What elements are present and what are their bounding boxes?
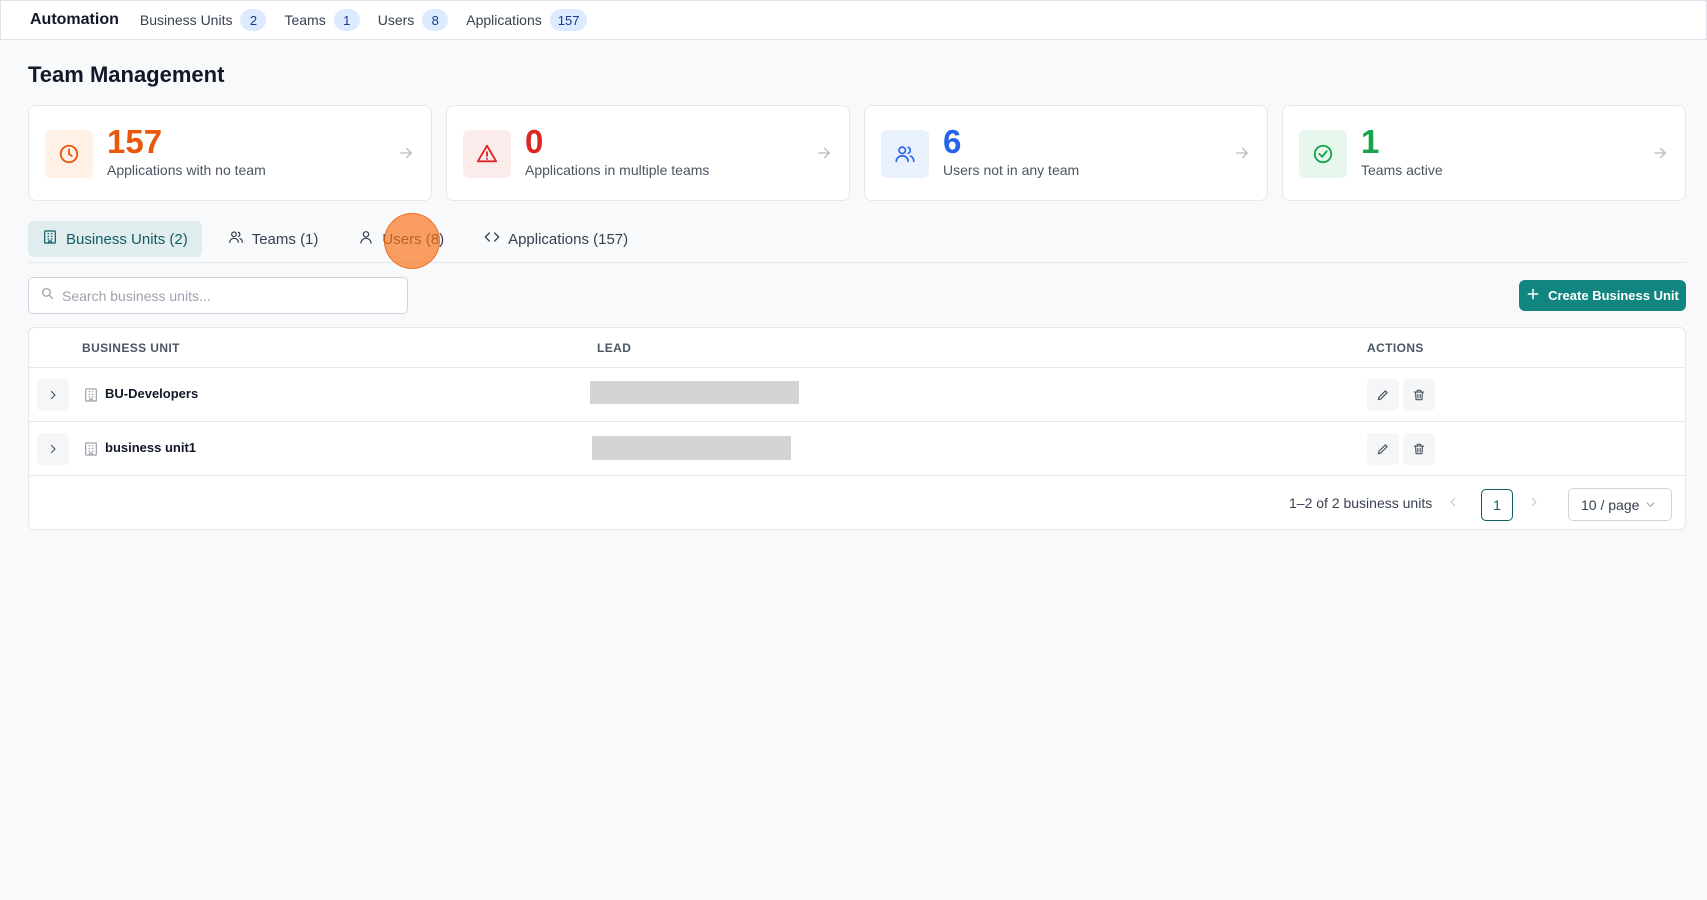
check-circle-icon xyxy=(1299,130,1347,178)
stat-value: 157 xyxy=(107,123,163,160)
pencil-icon xyxy=(1377,444,1388,455)
nav-label: Users xyxy=(377,12,415,28)
next-page-button[interactable] xyxy=(1528,495,1540,513)
delete-button[interactable] xyxy=(1403,379,1435,411)
arrow-right-icon xyxy=(1233,144,1251,167)
previous-page-button[interactable] xyxy=(1447,495,1459,513)
stat-value: 0 xyxy=(525,123,544,160)
pencil-icon xyxy=(1377,390,1388,401)
chevron-left-icon xyxy=(1450,497,1456,507)
nav-label: Business Units xyxy=(139,12,233,28)
search-icon xyxy=(41,287,54,305)
trash-icon xyxy=(1413,443,1425,455)
tab-label: Teams (1) xyxy=(251,230,319,248)
count-badge: 8 xyxy=(422,9,449,31)
delete-button[interactable] xyxy=(1403,433,1435,465)
table-row: business unit1 xyxy=(29,422,1685,476)
page-title: Team Management xyxy=(28,62,225,87)
lead-redacted xyxy=(590,381,799,404)
stat-label: Teams active xyxy=(1361,162,1443,178)
tab-users[interactable]: Users (8) xyxy=(344,221,458,257)
pagination-range: 1–2 of 2 business units xyxy=(1289,495,1433,511)
column-header-lead: LEAD xyxy=(597,341,632,355)
tab-label: Business Units (2) xyxy=(66,230,188,248)
stat-card-users-no-team[interactable]: 6 Users not in any team xyxy=(864,105,1268,201)
users-icon xyxy=(228,229,244,249)
nav-label: Teams xyxy=(284,12,326,28)
stat-label: Users not in any team xyxy=(943,162,1080,178)
stats-row: 157 Applications with no team 0 Applicat… xyxy=(28,105,1686,201)
building-icon xyxy=(42,229,58,249)
building-icon xyxy=(83,387,99,408)
page-size-value: 10 / page xyxy=(1581,496,1640,513)
tab-business-units[interactable]: Business Units (2) xyxy=(28,221,202,257)
stat-card-multiple-teams[interactable]: 0 Applications in multiple teams xyxy=(446,105,850,201)
search-box xyxy=(28,277,408,314)
arrow-right-icon xyxy=(1651,144,1669,167)
expand-row-button[interactable] xyxy=(37,433,69,465)
stat-label: Applications with no team xyxy=(107,162,266,178)
edit-button[interactable] xyxy=(1367,433,1399,465)
plus-icon xyxy=(1526,287,1540,304)
tab-bar: Business Units (2) Teams (1) Users (8) A… xyxy=(28,221,1686,263)
tab-label: Applications (157) xyxy=(508,230,629,248)
stat-card-no-team[interactable]: 157 Applications with no team xyxy=(28,105,432,201)
stat-card-teams-active[interactable]: 1 Teams active xyxy=(1282,105,1686,201)
page-size-select[interactable]: 10 / page xyxy=(1568,488,1672,521)
brand-title[interactable]: Automation xyxy=(30,11,119,29)
nav-label: Applications xyxy=(466,12,542,28)
nav-users[interactable]: Users 8 xyxy=(378,9,449,31)
count-badge: 157 xyxy=(549,9,588,31)
lead-redacted xyxy=(592,436,791,460)
arrow-right-icon xyxy=(397,144,415,167)
business-units-table: BUSINESS UNIT LEAD ACTIONS BU-Developers… xyxy=(28,327,1686,530)
top-bar: Automation Business Units 2 Teams 1 User… xyxy=(0,0,1707,40)
tab-applications[interactable]: Applications (157) xyxy=(470,221,642,257)
table-row: BU-Developers xyxy=(29,368,1685,422)
stat-label: Applications in multiple teams xyxy=(525,162,710,178)
column-header-business-unit: BUSINESS UNIT xyxy=(82,341,180,355)
stat-value: 1 xyxy=(1361,123,1380,160)
edit-button[interactable] xyxy=(1367,379,1399,411)
nav-business-units[interactable]: Business Units 2 xyxy=(140,9,267,31)
chevron-right-icon xyxy=(50,390,56,400)
business-unit-name: business unit1 xyxy=(105,440,197,455)
arrow-right-icon xyxy=(815,144,833,167)
pagination-bar: 1–2 of 2 business units 1 10 / page xyxy=(29,477,1685,531)
table-header: BUSINESS UNIT LEAD ACTIONS xyxy=(29,328,1685,368)
chevron-right-icon xyxy=(50,444,56,454)
button-label: Create Business Unit xyxy=(1548,288,1679,303)
business-unit-name: BU-Developers xyxy=(105,386,199,401)
building-icon xyxy=(83,441,99,462)
page-number-current[interactable]: 1 xyxy=(1481,489,1513,521)
users-icon xyxy=(881,130,929,178)
expand-row-button[interactable] xyxy=(37,379,69,411)
count-badge: 2 xyxy=(240,9,267,31)
tab-label: Users (8) xyxy=(382,230,445,248)
column-header-actions: ACTIONS xyxy=(1367,341,1424,355)
warning-icon xyxy=(463,130,511,178)
count-badge: 1 xyxy=(333,9,360,31)
stat-value: 6 xyxy=(943,123,962,160)
search-input[interactable] xyxy=(62,287,392,304)
chevron-down-icon xyxy=(1647,502,1655,507)
clock-icon xyxy=(45,130,93,178)
chevron-right-icon xyxy=(1531,497,1537,507)
user-icon xyxy=(358,229,374,249)
nav-teams[interactable]: Teams 1 xyxy=(284,9,360,31)
code-icon xyxy=(484,229,500,249)
tab-teams[interactable]: Teams (1) xyxy=(214,221,333,257)
create-business-unit-button[interactable]: Create Business Unit xyxy=(1519,280,1686,311)
trash-icon xyxy=(1413,389,1425,401)
nav-applications[interactable]: Applications 157 xyxy=(466,9,588,31)
